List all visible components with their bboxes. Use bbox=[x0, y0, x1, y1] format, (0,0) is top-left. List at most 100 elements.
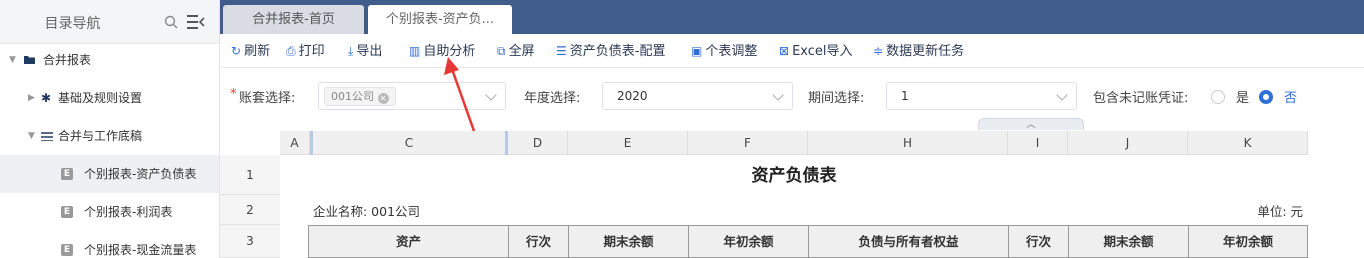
download-icon: ⤓ bbox=[348, 44, 354, 58]
column-header[interactable]: A bbox=[280, 131, 310, 155]
excel-file-icon: ⊠ bbox=[779, 44, 790, 58]
column-header[interactable]: J bbox=[1068, 131, 1188, 155]
refresh-icon: ↻ bbox=[231, 44, 242, 58]
spreadsheet-body[interactable]: 资产负债表 企业名称: 001公司 单位: 元 资产 行次 期末余额 年初余额 … bbox=[280, 155, 1308, 258]
table-header: 资产 bbox=[308, 225, 508, 258]
collapse-filter-handle[interactable]: ︿ bbox=[978, 118, 1084, 130]
tree-item-label: 个别报表-资产负债表 bbox=[84, 167, 197, 181]
tree-item-rules[interactable]: ▶ ✱ 基础及规则设置 bbox=[0, 79, 219, 117]
company-name: 企业名称: 001公司 bbox=[313, 204, 421, 219]
year-label: 年度选择: bbox=[524, 91, 581, 106]
column-header[interactable]: H bbox=[808, 131, 1008, 155]
period-label: 期间选择: bbox=[808, 91, 865, 106]
file-icon: E bbox=[61, 168, 73, 180]
excel-import-label: Excel导入 bbox=[792, 44, 853, 59]
radio-no[interactable] bbox=[1259, 90, 1273, 104]
user-card-icon: ▣ bbox=[691, 44, 703, 58]
tasks-icon: ≑ bbox=[873, 44, 884, 58]
sheet-title: 资产负债表 bbox=[751, 166, 837, 186]
adjust-button[interactable]: ▣ 个表调整 bbox=[691, 34, 757, 68]
caret-down-icon: ▼ bbox=[28, 131, 35, 141]
refresh-button[interactable]: ↻ 刷新 bbox=[231, 34, 270, 68]
tree-item-label: 个别报表-现金流量表 bbox=[84, 243, 197, 257]
tree-item-label: 个别报表-利润表 bbox=[84, 205, 173, 219]
tree-item-workpapers[interactable]: ▼ 合并与工作底稿 bbox=[0, 117, 219, 155]
radio-no-label[interactable]: 否 bbox=[1284, 87, 1297, 106]
column-header-bar: A C D E F H I J K bbox=[280, 131, 1308, 155]
printer-icon: ⎙ bbox=[286, 44, 296, 58]
bar-chart-icon: ▥ bbox=[409, 44, 421, 58]
search-icon[interactable] bbox=[164, 15, 178, 29]
print-button[interactable]: ⎙ 打印 bbox=[286, 34, 325, 68]
folder-open-icon bbox=[24, 56, 35, 64]
sidebar: 目录导航 ▼ 合并报表 ▶ ✱ 基础及规则设置 ▼ 合并与工作底稿 E 个别报表… bbox=[0, 0, 220, 258]
table-header: 期末余额 bbox=[1068, 225, 1188, 258]
export-button[interactable]: ⤓ 导出 bbox=[348, 34, 382, 68]
filter-bar: * 账套选择: 001公司 ✕ 年度选择: 2020 期间选择: 1 包含未记账… bbox=[220, 68, 1364, 130]
table-header: 年初余额 bbox=[688, 225, 808, 258]
fullscreen-label: 全屏 bbox=[508, 44, 535, 59]
account-label: 账套选择: bbox=[239, 91, 296, 106]
tab-merge-home[interactable]: 合并报表-首页 bbox=[223, 5, 364, 34]
row-header[interactable]: 2 bbox=[220, 195, 280, 225]
tree-item-balance-sheet[interactable]: E 个别报表-资产负债表 bbox=[0, 155, 219, 193]
tree-item-label: 合并报表 bbox=[43, 53, 92, 67]
unit-label: 单位: 元 bbox=[1257, 204, 1303, 219]
print-label: 打印 bbox=[298, 44, 325, 59]
annotation-arrow-icon bbox=[444, 57, 476, 132]
update-task-button[interactable]: ≑ 数据更新任务 bbox=[873, 34, 964, 68]
gear-icon: ✱ bbox=[41, 91, 52, 105]
fullscreen-button[interactable]: ⧉ 全屏 bbox=[497, 34, 535, 68]
period-value: 1 bbox=[901, 89, 909, 103]
tab-bar: 合并报表-首页 个别报表-资产负... bbox=[220, 0, 1364, 34]
sidebar-header: 目录导航 bbox=[0, 0, 219, 44]
chevron-down-icon bbox=[772, 89, 784, 101]
required-mark: * bbox=[230, 87, 237, 102]
toolbar: ↻ 刷新 ⎙ 打印 ⤓ 导出 ▥ 自助分析 ⧉ 全屏 ☰ 资产负债表-配置 ▣ 个表调整 ⊠ E… bbox=[220, 34, 1364, 68]
refresh-label: 刷新 bbox=[244, 44, 271, 59]
sliders-icon bbox=[41, 132, 53, 141]
table-header: 负债与所有者权益 bbox=[808, 225, 1008, 258]
sheet-corner bbox=[220, 131, 280, 155]
collapse-menu-icon[interactable] bbox=[187, 14, 205, 30]
table-header: 行次 bbox=[508, 225, 568, 258]
table-header: 年初余额 bbox=[1188, 225, 1308, 258]
account-tag[interactable]: 001公司 ✕ bbox=[324, 87, 396, 106]
column-header[interactable]: F bbox=[688, 131, 808, 155]
column-header[interactable]: D bbox=[508, 131, 568, 155]
radio-yes-label[interactable]: 是 bbox=[1236, 87, 1249, 106]
tag-close-icon[interactable]: ✕ bbox=[377, 93, 389, 104]
row-header[interactable]: 1 bbox=[220, 155, 280, 195]
row-header[interactable]: 3 bbox=[220, 225, 280, 258]
list-icon: ☰ bbox=[556, 44, 567, 58]
tree-item-label: 合并与工作底稿 bbox=[58, 129, 143, 143]
config-label: 资产负债表-配置 bbox=[569, 44, 666, 59]
year-value: 2020 bbox=[617, 89, 648, 103]
tree-item-merge-reports[interactable]: ▼ 合并报表 bbox=[0, 41, 219, 79]
tree-item-cashflow[interactable]: E 个别报表-现金流量表 bbox=[0, 231, 219, 258]
row-header-bar: 1 2 3 bbox=[220, 155, 280, 258]
export-label: 导出 bbox=[356, 44, 383, 59]
column-header[interactable]: E bbox=[568, 131, 688, 155]
tree-item-income-statement[interactable]: E 个别报表-利润表 bbox=[0, 193, 219, 231]
table-header: 期末余额 bbox=[568, 225, 688, 258]
tree-item-label: 基础及规则设置 bbox=[58, 91, 143, 105]
adjust-label: 个表调整 bbox=[705, 44, 758, 59]
file-icon: E bbox=[61, 244, 73, 256]
expand-icon: ⧉ bbox=[497, 44, 506, 58]
period-select[interactable]: 1 bbox=[886, 82, 1077, 110]
caret-down-icon: ▼ bbox=[9, 55, 16, 65]
tab-balance-sheet[interactable]: 个别报表-资产负... bbox=[368, 5, 512, 34]
column-header[interactable]: I bbox=[1008, 131, 1068, 155]
year-select[interactable]: 2020 bbox=[602, 82, 793, 110]
chevron-down-icon bbox=[1056, 89, 1068, 101]
config-button[interactable]: ☰ 资产负债表-配置 bbox=[556, 34, 665, 68]
sidebar-title: 目录导航 bbox=[44, 16, 101, 32]
column-header[interactable]: K bbox=[1188, 131, 1308, 155]
account-tag-text: 001公司 bbox=[331, 90, 374, 103]
radio-yes[interactable] bbox=[1211, 90, 1225, 104]
file-icon: E bbox=[61, 206, 73, 218]
unposted-label: 包含未记账凭证: bbox=[1093, 91, 1189, 106]
update-task-label: 数据更新任务 bbox=[886, 44, 965, 59]
excel-import-button[interactable]: ⊠ Excel导入 bbox=[779, 34, 853, 68]
